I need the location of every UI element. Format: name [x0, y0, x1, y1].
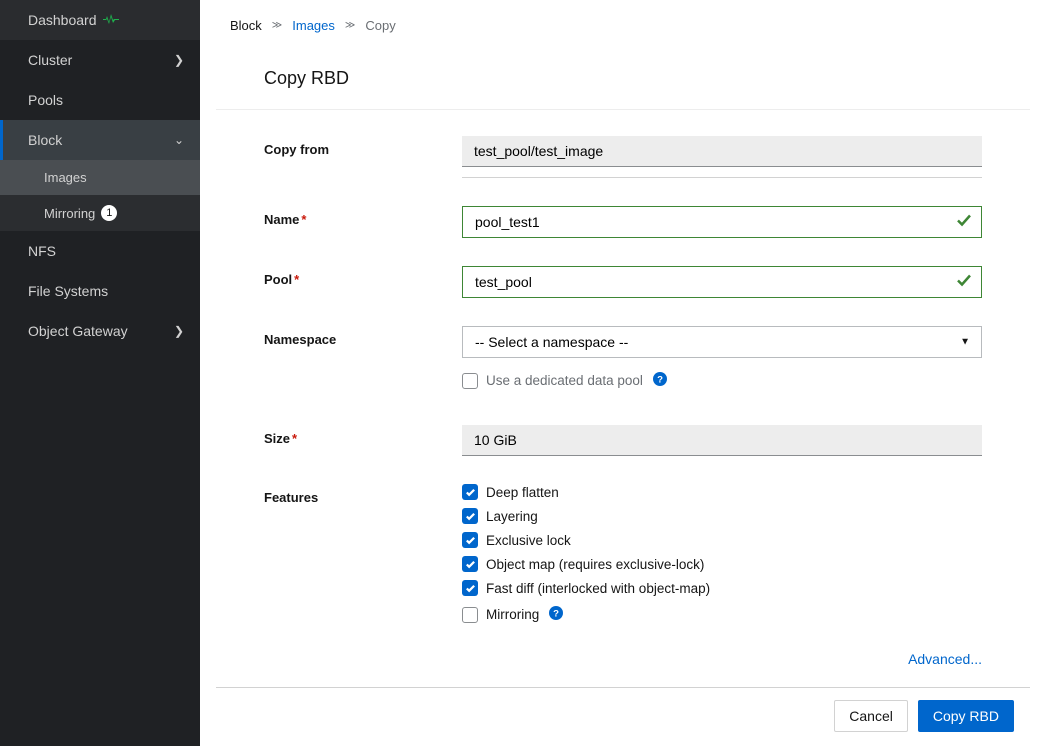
help-icon[interactable]: ? — [549, 606, 563, 623]
feature-deep-flatten-checkbox[interactable] — [462, 484, 478, 500]
sidebar-item-label: Dashboard — [28, 12, 97, 28]
breadcrumb-separator: ≫ — [345, 20, 355, 31]
sidebar-item-dashboard[interactable]: Dashboard — [0, 0, 200, 40]
help-icon[interactable]: ? — [653, 372, 667, 389]
sidebar-item-label: NFS — [28, 243, 56, 259]
sidebar-item-block[interactable]: Block ⌄ — [0, 120, 200, 160]
chevron-right-icon: ❯ — [174, 53, 184, 67]
sidebar-item-label: Cluster — [28, 52, 72, 68]
sidebar-item-cluster[interactable]: Cluster ❯ — [0, 40, 200, 80]
feature-label: Fast diff (interlocked with object-map) — [486, 581, 710, 596]
feature-exclusive-lock-checkbox[interactable] — [462, 532, 478, 548]
heartbeat-icon — [103, 12, 119, 28]
sidebar-item-nfs[interactable]: NFS — [0, 231, 200, 271]
breadcrumb-root: Block — [230, 18, 262, 33]
feature-label: Layering — [486, 509, 538, 524]
dedicated-pool-checkbox[interactable] — [462, 373, 478, 389]
feature-label: Deep flatten — [486, 485, 559, 500]
advanced-link[interactable]: Advanced... — [264, 651, 982, 667]
sidebar-sub-images[interactable]: Images — [0, 160, 200, 195]
mirroring-badge: 1 — [101, 205, 117, 221]
main-content: Block ≫ Images ≫ Copy Copy RBD Copy from… — [200, 0, 1046, 746]
namespace-select[interactable]: -- Select a namespace -- — [462, 326, 982, 358]
feature-label: Exclusive lock — [486, 533, 571, 548]
feature-fast-diff-checkbox[interactable] — [462, 580, 478, 596]
mirroring-checkbox[interactable] — [462, 607, 478, 623]
cancel-button[interactable]: Cancel — [834, 700, 908, 732]
sidebar-item-pools[interactable]: Pools — [0, 80, 200, 120]
submit-button[interactable]: Copy RBD — [918, 700, 1014, 732]
feature-layering-checkbox[interactable] — [462, 508, 478, 524]
sidebar-item-label: Mirroring — [44, 206, 95, 221]
size-input — [462, 425, 982, 456]
features-label: Features — [264, 484, 462, 641]
sidebar-item-label: Pools — [28, 92, 63, 108]
form-footer: Cancel Copy RBD — [216, 687, 1030, 744]
svg-text:?: ? — [553, 609, 559, 620]
chevron-down-icon: ⌄ — [174, 133, 184, 147]
features-list: Deep flatten Layering Exclusive lock — [462, 484, 982, 641]
breadcrumb: Block ≫ Images ≫ Copy — [200, 0, 1046, 51]
sidebar-item-label: Block — [28, 132, 62, 148]
feature-label: Object map (requires exclusive-lock) — [486, 557, 704, 572]
breadcrumb-current: Copy — [365, 18, 395, 33]
breadcrumb-separator: ≫ — [272, 20, 282, 31]
sidebar-sub-mirroring[interactable]: Mirroring 1 — [0, 195, 200, 231]
chevron-right-icon: ❯ — [174, 324, 184, 338]
size-label: Size* — [264, 425, 462, 456]
sidebar-item-label: Images — [44, 170, 87, 185]
pool-input[interactable] — [462, 266, 982, 298]
pool-label: Pool* — [264, 266, 462, 298]
mirroring-label: Mirroring — [486, 607, 539, 622]
sidebar-item-label: Object Gateway — [28, 323, 128, 339]
copy-from-label: Copy from — [264, 136, 462, 178]
form-card: Copy RBD Copy from Name* — [216, 51, 1030, 687]
sidebar-item-label: File Systems — [28, 283, 108, 299]
page-title: Copy RBD — [216, 52, 1030, 110]
feature-object-map-checkbox[interactable] — [462, 556, 478, 572]
name-input[interactable] — [462, 206, 982, 238]
dedicated-pool-label: Use a dedicated data pool — [486, 373, 643, 388]
namespace-label: Namespace — [264, 326, 462, 358]
copy-from-input — [462, 136, 982, 167]
breadcrumb-images-link[interactable]: Images — [292, 18, 335, 33]
sidebar: Dashboard Cluster ❯ Pools Block ⌄ Images… — [0, 0, 200, 746]
sidebar-item-object-gateway[interactable]: Object Gateway ❯ — [0, 311, 200, 351]
sidebar-item-filesystems[interactable]: File Systems — [0, 271, 200, 311]
name-label: Name* — [264, 206, 462, 238]
svg-text:?: ? — [657, 375, 663, 386]
